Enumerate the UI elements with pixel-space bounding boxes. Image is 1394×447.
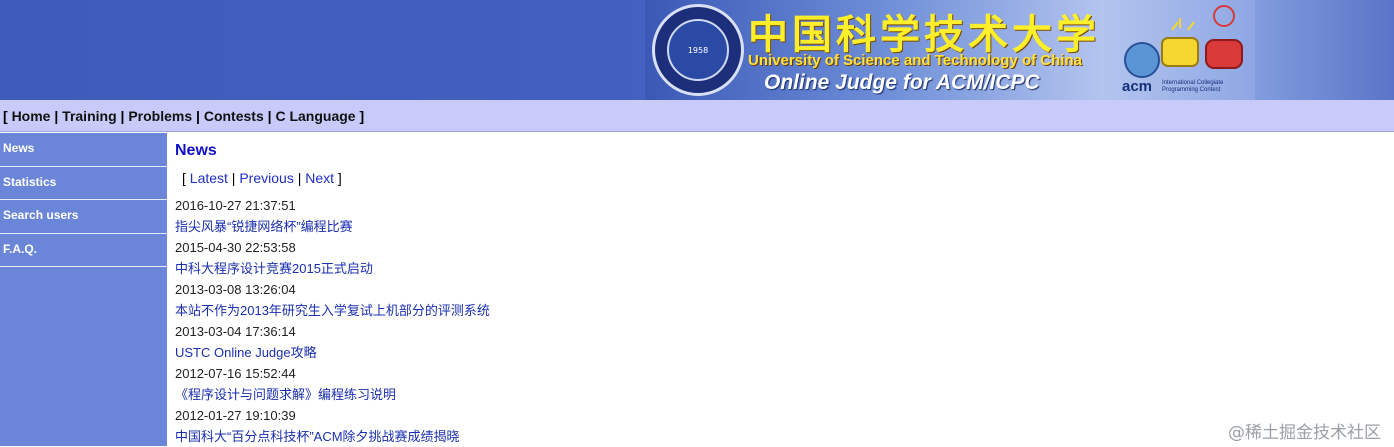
news-date: 2016-10-27 21:37:51 xyxy=(175,198,296,213)
nav-link-home[interactable]: Home xyxy=(12,108,51,124)
pager-latest-link[interactable]: Latest xyxy=(190,170,228,186)
nav-bracket-open: [ xyxy=(3,108,12,124)
english-university-name: University of Science and Technology of … xyxy=(748,52,1082,69)
header-banner: 1958 中国科学技术大学 University of Science and … xyxy=(0,0,1394,100)
news-link[interactable]: 中科大程序设计竞赛2015正式启动 xyxy=(175,258,1375,279)
acm-text: acm xyxy=(1122,78,1153,95)
pager-separator: | xyxy=(227,170,240,186)
news-date: 2013-03-04 17:36:14 xyxy=(175,324,296,339)
pager-separator: | xyxy=(293,170,306,186)
sidebar-item-faq[interactable]: F.A.Q. xyxy=(0,234,167,267)
sidebar: News Statistics Search users F.A.Q. xyxy=(0,133,167,446)
news-list: 2016-10-27 21:37:51 指尖风暴“锐捷网络杯”编程比赛 2015… xyxy=(175,195,1375,447)
top-nav: [ Home | Training | Problems | Contests … xyxy=(0,100,1394,132)
news-date: 2012-07-16 15:52:44 xyxy=(175,366,296,381)
pager-bracket-open: [ xyxy=(182,170,190,186)
news-link[interactable]: USTC Online Judge攻略 xyxy=(175,342,1375,363)
acm-subtitle: International Collegiate Programming Con… xyxy=(1162,80,1224,93)
nav-link-c-language[interactable]: C Language xyxy=(275,108,355,124)
news-date: 2012-01-27 19:10:39 xyxy=(175,408,296,423)
nav-separator: | xyxy=(192,108,204,124)
page-title: News xyxy=(175,142,217,159)
pager-previous-link[interactable]: Previous xyxy=(239,170,293,186)
news-date: 2015-04-30 22:53:58 xyxy=(175,240,296,255)
news-pager: [ Latest | Previous | Next ] xyxy=(182,170,1375,188)
pager-bracket-close: ] xyxy=(334,170,342,186)
sidebar-item-search-users[interactable]: Search users xyxy=(0,200,167,234)
nav-link-problems[interactable]: Problems xyxy=(128,108,192,124)
news-link[interactable]: 《程序设计与问题求解》编程练习说明 xyxy=(175,384,1375,405)
main-content: News [ Latest | Previous | Next ] 2016-1… xyxy=(175,133,1375,447)
university-seal: 1958 xyxy=(652,4,744,96)
sidebar-item-statistics[interactable]: Statistics xyxy=(0,167,167,200)
pager-next-link[interactable]: Next xyxy=(305,170,334,186)
seal-year: 1958 xyxy=(667,19,729,81)
nav-link-training[interactable]: Training xyxy=(62,108,116,124)
nav-link-contests[interactable]: Contests xyxy=(204,108,264,124)
news-date: 2013-03-08 13:26:04 xyxy=(175,282,296,297)
nav-separator: | xyxy=(116,108,129,124)
watermark: @稀土掘金技术社区 xyxy=(1228,423,1381,443)
news-link[interactable]: 中国科大“百分点科技杯”ACM除夕挑战赛成绩揭晓 xyxy=(175,426,1375,447)
nav-separator: | xyxy=(263,108,276,124)
online-judge-title: Online Judge for ACM/ICPC xyxy=(764,71,1040,94)
sidebar-item-news[interactable]: News xyxy=(0,133,167,167)
nav-separator: | xyxy=(50,108,63,124)
news-link[interactable]: 指尖风暴“锐捷网络杯”编程比赛 xyxy=(175,216,1375,237)
news-link[interactable]: 本站不作为2013年研究生入学复试上机部分的评测系统 xyxy=(175,300,1375,321)
nav-bracket-close: ] xyxy=(355,108,365,124)
